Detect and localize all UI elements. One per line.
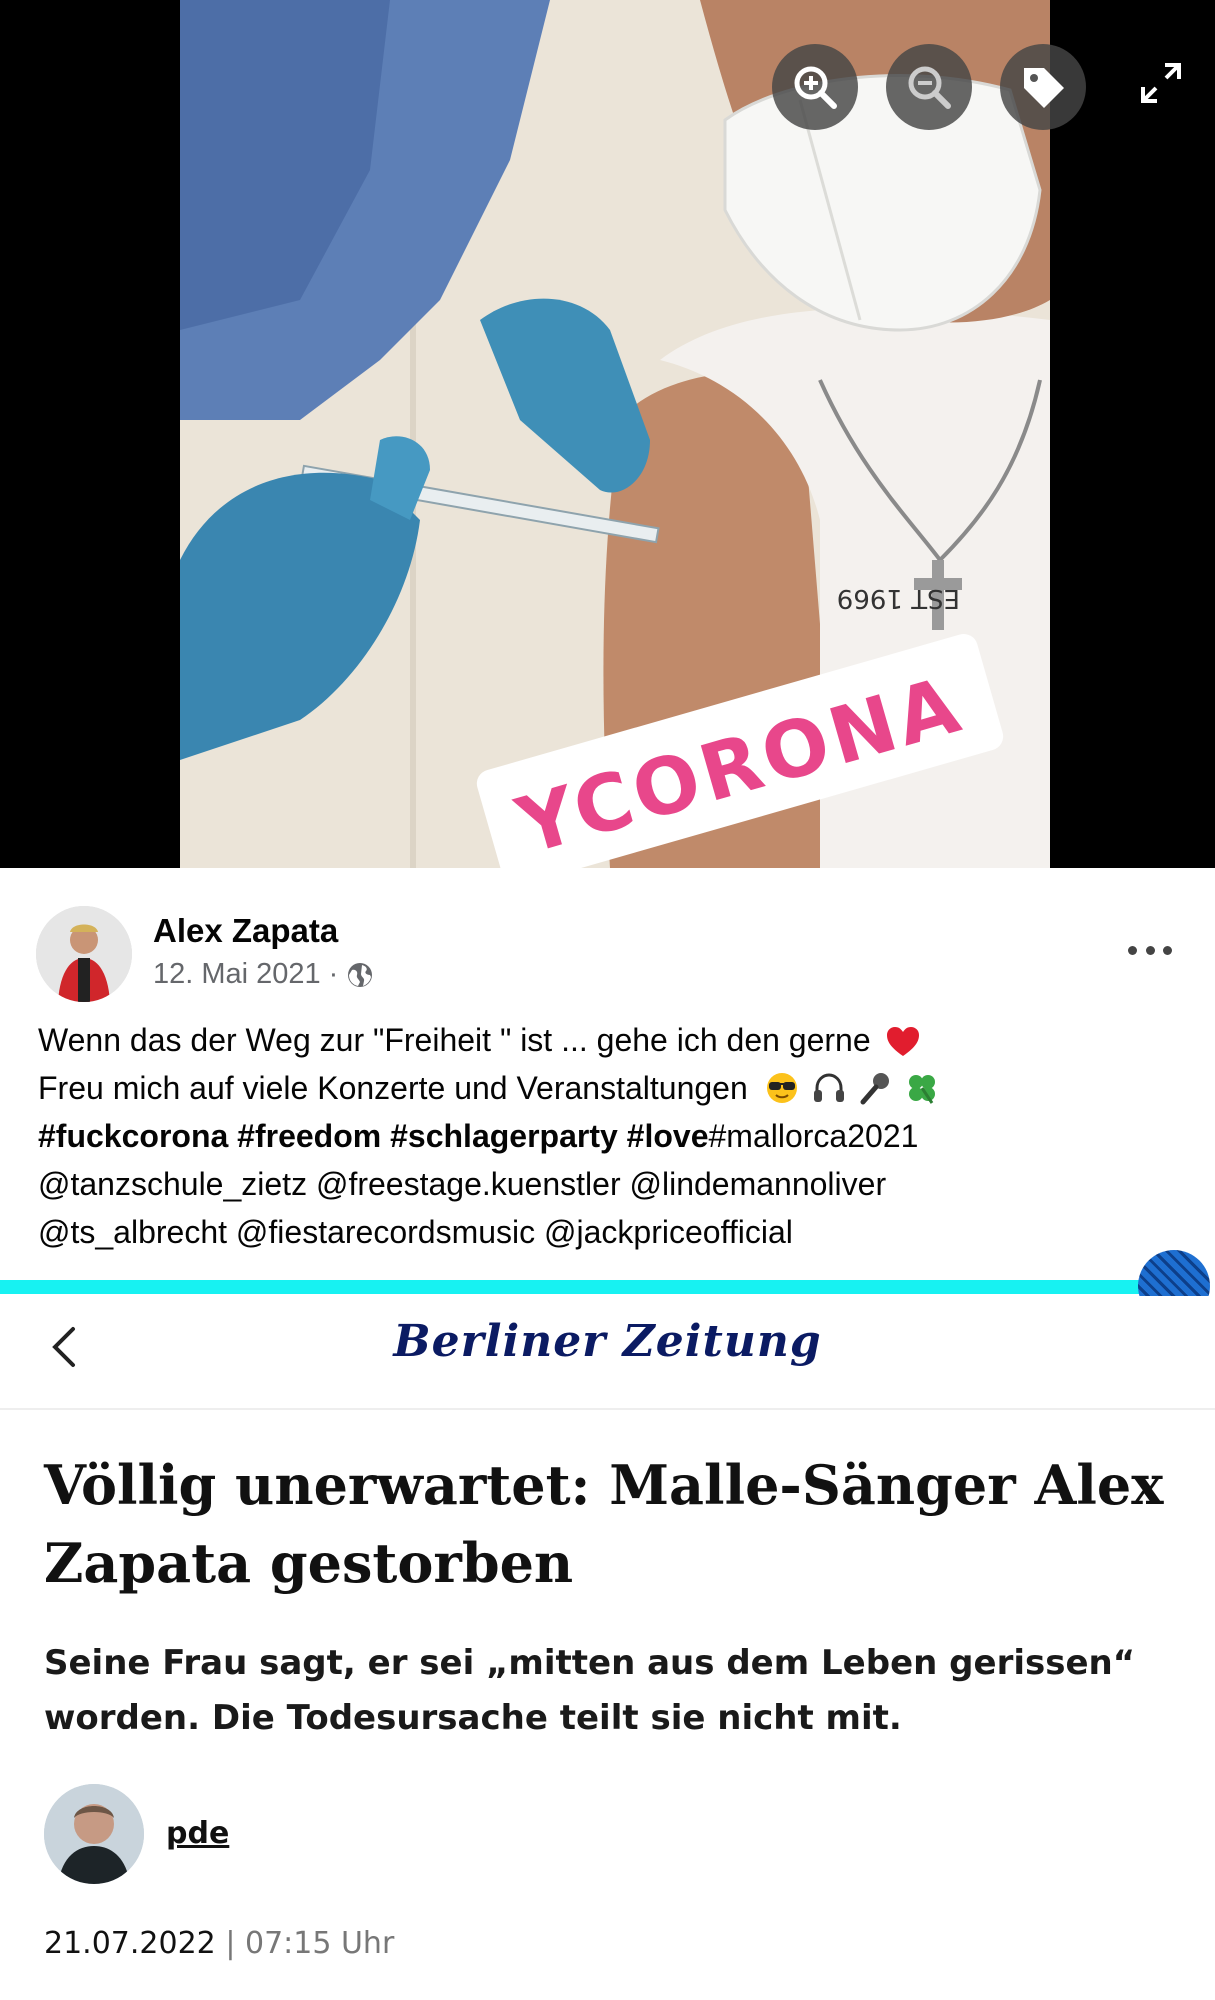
article-date: 21.07.2022 — [44, 1926, 216, 1961]
post-hashtag-mallorca[interactable]: #mallorca2021 — [709, 1118, 919, 1154]
collage-divider — [0, 1280, 1140, 1294]
dot-icon — [1128, 945, 1137, 955]
profile-photo — [36, 906, 132, 1002]
post-text: Wenn das der Weg zur "Freiheit " ist ...… — [38, 1016, 1188, 1256]
avatar[interactable] — [36, 906, 132, 1002]
photo-illustration: EST 1969 YCORONA — [180, 0, 1050, 868]
tag-icon — [1024, 68, 1064, 108]
author-link[interactable]: pde — [166, 1816, 229, 1851]
author-photo — [44, 1784, 144, 1884]
post-line-2-text: Freu mich auf viele Konzerte und Veranst… — [38, 1070, 748, 1106]
photo-viewer[interactable]: EST 1969 YCORONA — [0, 0, 1215, 868]
article-time: 07:15 Uhr — [244, 1926, 395, 1961]
post-date[interactable]: 12. Mai 2021 — [153, 958, 321, 991]
dot-icon — [1145, 945, 1155, 955]
tag-button[interactable] — [1000, 44, 1086, 130]
publication-logo[interactable]: Berliner Zeitung — [0, 1316, 1215, 1367]
post-line-5[interactable]: @ts_albrecht @fiestarecordsmusic @jackpr… — [38, 1208, 1188, 1256]
globe-icon — [348, 962, 373, 987]
headphones-emoji — [813, 1073, 844, 1102]
heart-emoji — [886, 1027, 919, 1056]
zoom-out-button[interactable] — [886, 44, 972, 130]
vaccination-photo[interactable]: EST 1969 YCORONA — [180, 0, 1050, 868]
post-line-1-text: Wenn das der Weg zur "Freiheit " ist ...… — [38, 1022, 871, 1058]
post-line-1: Wenn das der Weg zur "Freiheit " ist ...… — [38, 1016, 1188, 1064]
post-author-name[interactable]: Alex Zapata — [153, 912, 338, 950]
article-dateline: 21.07.2022 | 07:15 Uhr — [44, 1926, 394, 1961]
news-article: Berliner Zeitung Völlig unerwartet: Mall… — [0, 1296, 1215, 2000]
microphone-emoji — [860, 1073, 890, 1105]
author-avatar[interactable] — [44, 1784, 144, 1884]
post-line-4[interactable]: @tanzschule_zietz @freestage.kuenstler @… — [38, 1160, 1188, 1208]
zoom-in-icon — [794, 66, 837, 109]
post-hashtags-bold[interactable]: #fuckcorona #freedom #schlagerparty #lov… — [38, 1118, 709, 1154]
article-subline: Seine Frau sagt, er sei „mitten aus dem … — [44, 1643, 1136, 1738]
post-line-3: #fuckcorona #freedom #schlagerparty #lov… — [38, 1112, 1188, 1160]
dateline-separator: | — [225, 1926, 236, 1961]
zoom-out-icon — [908, 66, 951, 109]
zoom-in-button[interactable] — [772, 44, 858, 130]
shirt-print: EST 1969 — [837, 583, 960, 613]
expand-icon — [1141, 63, 1181, 103]
dot-icon — [1163, 945, 1172, 955]
facebook-post: Alex Zapata 12. Mai 2021 · Wenn das der … — [0, 868, 1215, 1268]
fullscreen-button[interactable] — [1130, 52, 1192, 114]
post-line-2: Freu mich auf viele Konzerte und Veranst… — [38, 1064, 1188, 1112]
post-meta: 12. Mai 2021 · — [153, 958, 374, 991]
post-more-options-button[interactable] — [1128, 938, 1172, 962]
meta-separator: · — [328, 958, 339, 990]
clover-emoji — [909, 1075, 936, 1104]
article-nav-bar: Berliner Zeitung — [0, 1296, 1215, 1410]
sunglasses-emoji — [766, 1073, 797, 1103]
article-headline: Völlig unerwartet: Malle-Sänger Alex Zap… — [44, 1453, 1164, 1595]
